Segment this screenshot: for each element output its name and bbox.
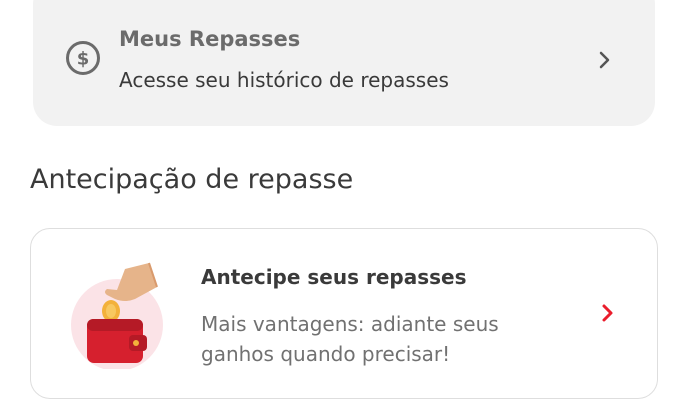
meus-repasses-card[interactable]: $ Meus Repasses Acesse seu histórico de … (33, 0, 655, 126)
antecipe-description: Mais vantagens: adiante seus ganhos quan… (201, 312, 499, 366)
chevron-right-icon (599, 51, 610, 69)
section-title: Antecipação de repasse (30, 164, 354, 195)
antecipe-repasses-card[interactable]: Antecipe seus repasses Mais vantagens: a… (30, 228, 658, 399)
dollar-circle-icon: $ (66, 41, 100, 75)
meus-repasses-title: Meus Repasses (119, 27, 301, 51)
svg-text:$: $ (77, 49, 90, 70)
wallet-coin-illustration (71, 262, 163, 369)
meus-repasses-subtitle: Acesse seu histórico de repasses (119, 68, 449, 92)
antecipe-title: Antecipe seus repasses (201, 265, 467, 289)
chevron-right-icon (602, 304, 613, 322)
